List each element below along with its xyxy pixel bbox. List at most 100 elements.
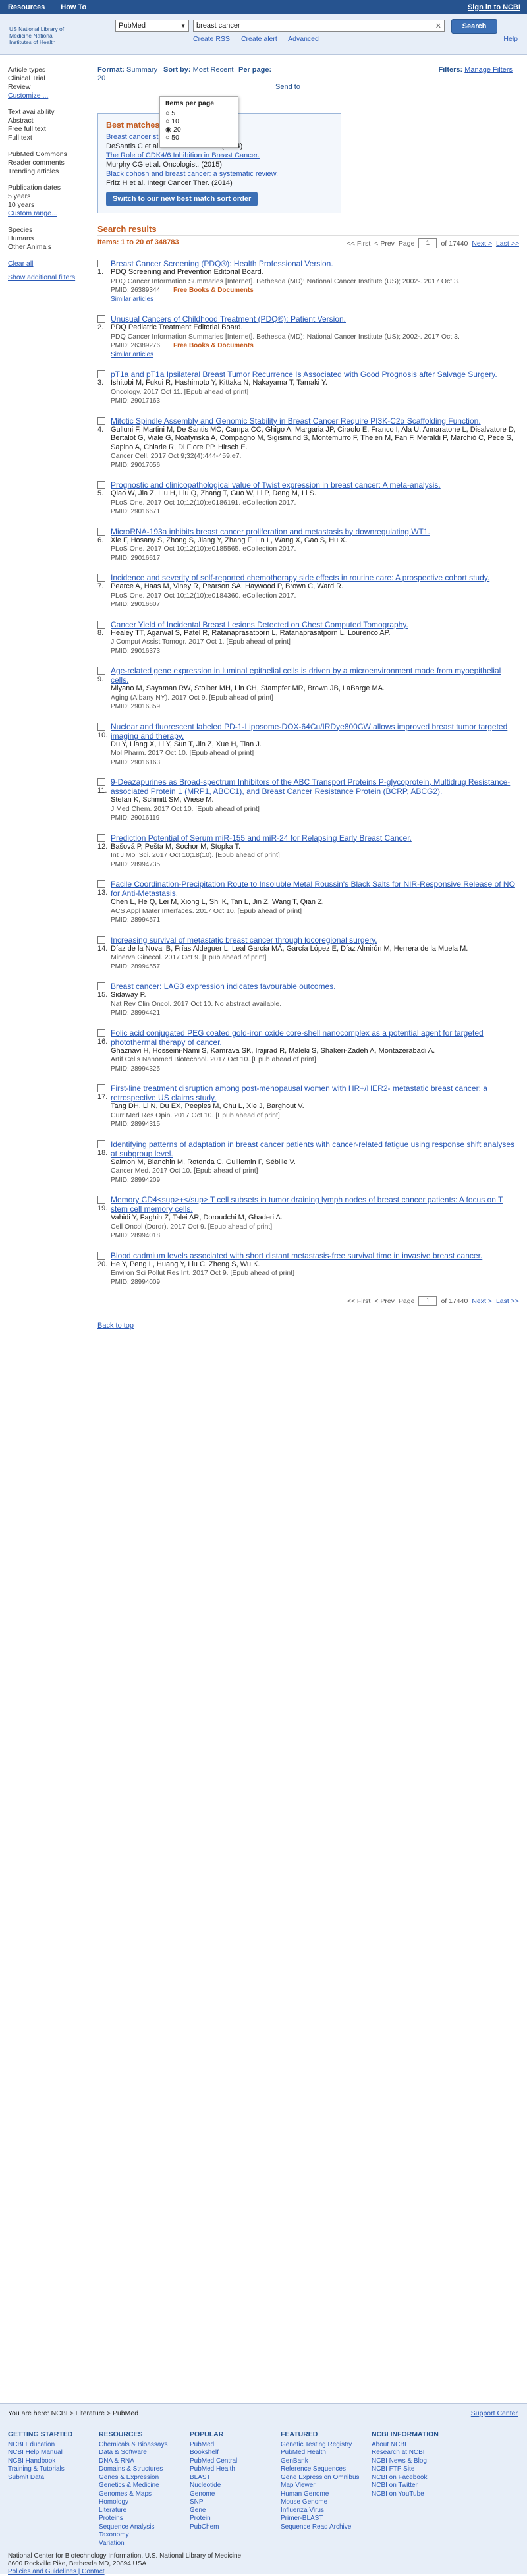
- footer-link[interactable]: Research at NCBI: [372, 2449, 457, 2457]
- footer-link[interactable]: NCBI on Twitter: [372, 2482, 457, 2490]
- howto-menu[interactable]: How To: [53, 3, 94, 11]
- footer-link[interactable]: NCBI FTP Site: [372, 2465, 457, 2474]
- clear-icon[interactable]: ✕: [435, 22, 441, 30]
- result-title-link[interactable]: Prognostic and clinicopathological value…: [111, 480, 519, 490]
- result-checkbox[interactable]: [97, 1251, 105, 1260]
- result-title-link[interactable]: 9-Deazapurines as Broad-spectrum Inhibit…: [111, 777, 519, 796]
- create-alert-link[interactable]: Create alert: [241, 35, 277, 43]
- perpage-option[interactable]: Per page:: [238, 66, 271, 74]
- footer-link[interactable]: Submit Data: [8, 2474, 94, 2482]
- result-checkbox[interactable]: [97, 1196, 105, 1204]
- advanced-link[interactable]: Advanced: [288, 35, 319, 43]
- footer-link[interactable]: Genome: [190, 2490, 275, 2499]
- resources-menu[interactable]: Resources: [0, 3, 53, 11]
- search-input[interactable]: breast cancer ✕: [193, 20, 445, 32]
- result-checkbox[interactable]: [97, 315, 105, 323]
- result-checkbox[interactable]: [97, 1140, 105, 1148]
- result-title-link[interactable]: Increasing survival of metastatic breast…: [111, 936, 519, 945]
- footer-link[interactable]: NCBI Education: [8, 2441, 94, 2450]
- filter-option[interactable]: Clinical Trial: [8, 74, 82, 83]
- result-title-link[interactable]: Mitotic Spindle Assembly and Genomic Sta…: [111, 416, 519, 426]
- pager-prev[interactable]: < Prev: [374, 240, 395, 248]
- filter-option[interactable]: Review: [8, 83, 82, 92]
- footer-link[interactable]: PubMed Central: [190, 2457, 275, 2466]
- result-checkbox[interactable]: [97, 667, 105, 675]
- footer-link[interactable]: Nucleotide: [190, 2482, 275, 2490]
- footer-link[interactable]: Taxonomy: [99, 2531, 184, 2540]
- sort-option[interactable]: Sort by: Most Recent: [163, 66, 233, 74]
- result-checkbox[interactable]: [97, 370, 105, 378]
- filter-option[interactable]: Abstract: [8, 117, 82, 125]
- footer-link[interactable]: Sequence Analysis: [99, 2523, 184, 2532]
- result-title-link[interactable]: Unusual Cancers of Childhood Treatment (…: [111, 314, 519, 323]
- result-checkbox[interactable]: [97, 833, 105, 842]
- result-checkbox[interactable]: [97, 527, 105, 536]
- filter-option[interactable]: Trending articles: [8, 167, 82, 176]
- result-checkbox[interactable]: [97, 574, 105, 582]
- filter-option[interactable]: Other Animals: [8, 243, 82, 252]
- perpage-value[interactable]: 20: [97, 74, 105, 82]
- result-checkbox[interactable]: [97, 620, 105, 629]
- footer-link[interactable]: Genomes & Maps: [99, 2490, 184, 2499]
- footer-link[interactable]: Domains & Structures: [99, 2465, 184, 2474]
- result-checkbox[interactable]: [97, 416, 105, 425]
- footer-link[interactable]: Genetic Testing Registry: [281, 2441, 366, 2450]
- footer-link[interactable]: NCBI on Facebook: [372, 2474, 457, 2482]
- back-to-top-link[interactable]: Back to top: [97, 1322, 519, 1330]
- filter-option[interactable]: Humans: [8, 235, 82, 243]
- footer-link[interactable]: PubMed Health: [281, 2449, 366, 2457]
- similar-articles-link[interactable]: Similar articles: [111, 350, 519, 360]
- database-select[interactable]: PubMed ▼: [115, 20, 189, 32]
- result-title-link[interactable]: MicroRNA-193a inhibits breast cancer pro…: [111, 527, 519, 536]
- filter-option[interactable]: 5 years: [8, 192, 82, 201]
- footer-link[interactable]: Variation: [99, 2540, 184, 2548]
- result-title-link[interactable]: Facile Coordination-Precipitation Route …: [111, 880, 519, 898]
- filter-option[interactable]: Full text: [8, 134, 82, 142]
- create-rss-link[interactable]: Create RSS: [193, 35, 230, 43]
- footer-link[interactable]: PubMed Health: [190, 2465, 275, 2474]
- customize-link[interactable]: Customize ...: [8, 92, 82, 100]
- best-match-title-link[interactable]: The Role of CDK4/6 Inhibition in Breast …: [106, 151, 333, 160]
- footer-link[interactable]: Chemicals & Bioassays: [99, 2441, 184, 2450]
- support-center-link[interactable]: Support Center: [471, 2409, 518, 2417]
- pager-last[interactable]: Last >>: [496, 1297, 519, 1305]
- result-title-link[interactable]: Identifying patterns of adaptation in br…: [111, 1140, 519, 1158]
- result-title-link[interactable]: Memory CD4<sup>+</sup> T cell subsets in…: [111, 1195, 519, 1214]
- free-books-badge[interactable]: Free Books & Documents: [173, 287, 254, 294]
- format-option[interactable]: Format: Summary: [97, 66, 157, 74]
- result-checkbox[interactable]: [97, 778, 105, 786]
- result-title-link[interactable]: Folic acid conjugated PEG coated gold-ir…: [111, 1028, 519, 1047]
- pager-first[interactable]: << First: [347, 240, 371, 248]
- footer-link[interactable]: NCBI Handbook: [8, 2457, 94, 2466]
- show-additional-filters-link[interactable]: Show additional filters: [8, 273, 82, 282]
- page-input[interactable]: 1: [418, 1296, 437, 1306]
- footer-link[interactable]: SNP: [190, 2498, 275, 2507]
- pager-next[interactable]: Next >: [472, 1297, 492, 1305]
- sendto-option[interactable]: Send to: [275, 83, 300, 91]
- footer-link[interactable]: NCBI News & Blog: [372, 2457, 457, 2466]
- policies-link[interactable]: Policies and Guidelines | Contact: [8, 2568, 241, 2576]
- footer-link[interactable]: About NCBI: [372, 2441, 457, 2450]
- footer-link[interactable]: Sequence Read Archive: [281, 2523, 366, 2532]
- pager-last[interactable]: Last >>: [496, 240, 519, 248]
- nlm-logo[interactable]: US National Library of Medicine National…: [9, 26, 74, 45]
- result-title-link[interactable]: First-line treatment disruption among po…: [111, 1084, 519, 1102]
- footer-link[interactable]: BLAST: [190, 2474, 275, 2482]
- pager-first[interactable]: << First: [347, 1297, 371, 1305]
- footer-link[interactable]: Protein: [190, 2515, 275, 2523]
- result-checkbox[interactable]: [97, 1028, 105, 1037]
- free-books-badge[interactable]: Free Books & Documents: [173, 342, 254, 349]
- result-title-link[interactable]: pT1a and pT1a Ipsilateral Breast Tumor R…: [111, 370, 519, 379]
- perpage-item[interactable]: ○ 10: [165, 117, 233, 126]
- perpage-item[interactable]: ○ 50: [165, 134, 233, 142]
- result-title-link[interactable]: Breast Cancer Screening (PDQ®): Health P…: [111, 259, 519, 268]
- filter-option[interactable]: Reader comments: [8, 159, 82, 167]
- footer-link[interactable]: DNA & RNA: [99, 2457, 184, 2466]
- footer-link[interactable]: Proteins: [99, 2515, 184, 2523]
- footer-link[interactable]: PubMed: [190, 2441, 275, 2450]
- result-checkbox[interactable]: [97, 1084, 105, 1092]
- result-checkbox[interactable]: [97, 880, 105, 888]
- footer-link[interactable]: NCBI on YouTube: [372, 2490, 457, 2499]
- result-title-link[interactable]: Prediction Potential of Serum miR-155 an…: [111, 833, 519, 843]
- footer-link[interactable]: Primer-BLAST: [281, 2515, 366, 2523]
